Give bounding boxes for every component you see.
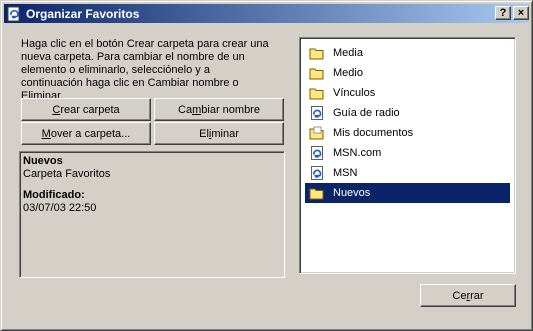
title-bar[interactable]: Organizar Favoritos ? ×	[4, 4, 529, 23]
list-item[interactable]: Guía de radio	[305, 103, 510, 123]
close-icon: ×	[517, 6, 525, 19]
rename-accel: m	[192, 103, 202, 116]
folder-icon	[309, 188, 324, 200]
rename-label-pre: Ca	[178, 103, 193, 116]
window-title: Organizar Favoritos	[26, 6, 140, 21]
move-accel: M	[41, 127, 51, 140]
close-label-pre: Ce	[452, 289, 467, 302]
ie-page-icon	[311, 166, 323, 180]
favorites-list[interactable]: Media Medio Vínculos Guía de radio Mis d…	[299, 37, 516, 274]
close-button[interactable]: Ce r rar	[420, 284, 516, 307]
list-item-label: MSN	[333, 167, 358, 179]
move-label: over a carpeta...	[50, 127, 131, 140]
list-item-label: Vínculos	[333, 87, 376, 99]
list-item[interactable]: MSN	[305, 163, 510, 183]
list-item-label: Medio	[333, 67, 363, 79]
list-item[interactable]: Medio	[305, 63, 510, 83]
my-documents-folder-icon	[309, 126, 324, 140]
create-folder-button[interactable]: Crear carpeta	[21, 98, 151, 121]
list-item-label: Mis documentos	[333, 127, 414, 139]
list-item-label: MSN.com	[333, 147, 382, 159]
selected-item-info-panel: Nuevos Carpeta Favoritos Modificado: 03/…	[19, 151, 285, 278]
folder-icon	[309, 88, 324, 100]
move-to-folder-button[interactable]: Mover a carpeta...	[21, 122, 151, 145]
instructions-text: Haga clic en el botón Crear carpeta para…	[21, 38, 269, 102]
favorites-app-icon	[7, 6, 20, 21]
close-label: rar	[470, 289, 484, 302]
rename-label: biar nombre	[201, 103, 260, 116]
delete-label-pre: El	[199, 127, 209, 140]
delete-button[interactable]: El i minar	[154, 122, 284, 145]
list-item-selected[interactable]: Nuevos	[305, 183, 510, 203]
selected-item-type: Carpeta Favoritos	[23, 168, 111, 180]
organize-favorites-dialog: Organizar Favoritos ? × Haga clic en el …	[0, 0, 533, 331]
list-item[interactable]: Vínculos	[305, 83, 510, 103]
create-folder-label: rear carpeta	[60, 103, 120, 116]
list-item-label: Guía de radio	[333, 107, 400, 119]
close-window-button[interactable]: ×	[513, 6, 529, 20]
list-item[interactable]: Mis documentos	[305, 123, 510, 143]
list-item[interactable]: MSN.com	[305, 143, 510, 163]
create-folder-accel: C	[52, 103, 61, 116]
list-item[interactable]: Media	[305, 43, 510, 63]
list-item-label: Nuevos	[333, 187, 371, 199]
help-icon: ?	[499, 6, 507, 19]
rename-button[interactable]: Ca m biar nombre	[154, 98, 284, 121]
modified-label: Modificado:	[23, 189, 85, 201]
folder-icon	[309, 68, 324, 80]
help-button[interactable]: ?	[495, 6, 511, 20]
modified-value: 03/07/03 22:50	[23, 202, 97, 214]
selected-item-name: Nuevos	[23, 155, 63, 167]
list-item-label: Media	[333, 47, 363, 59]
ie-page-icon	[311, 146, 323, 160]
folder-icon	[309, 48, 324, 60]
ie-page-icon	[311, 106, 323, 120]
delete-label: minar	[211, 127, 239, 140]
